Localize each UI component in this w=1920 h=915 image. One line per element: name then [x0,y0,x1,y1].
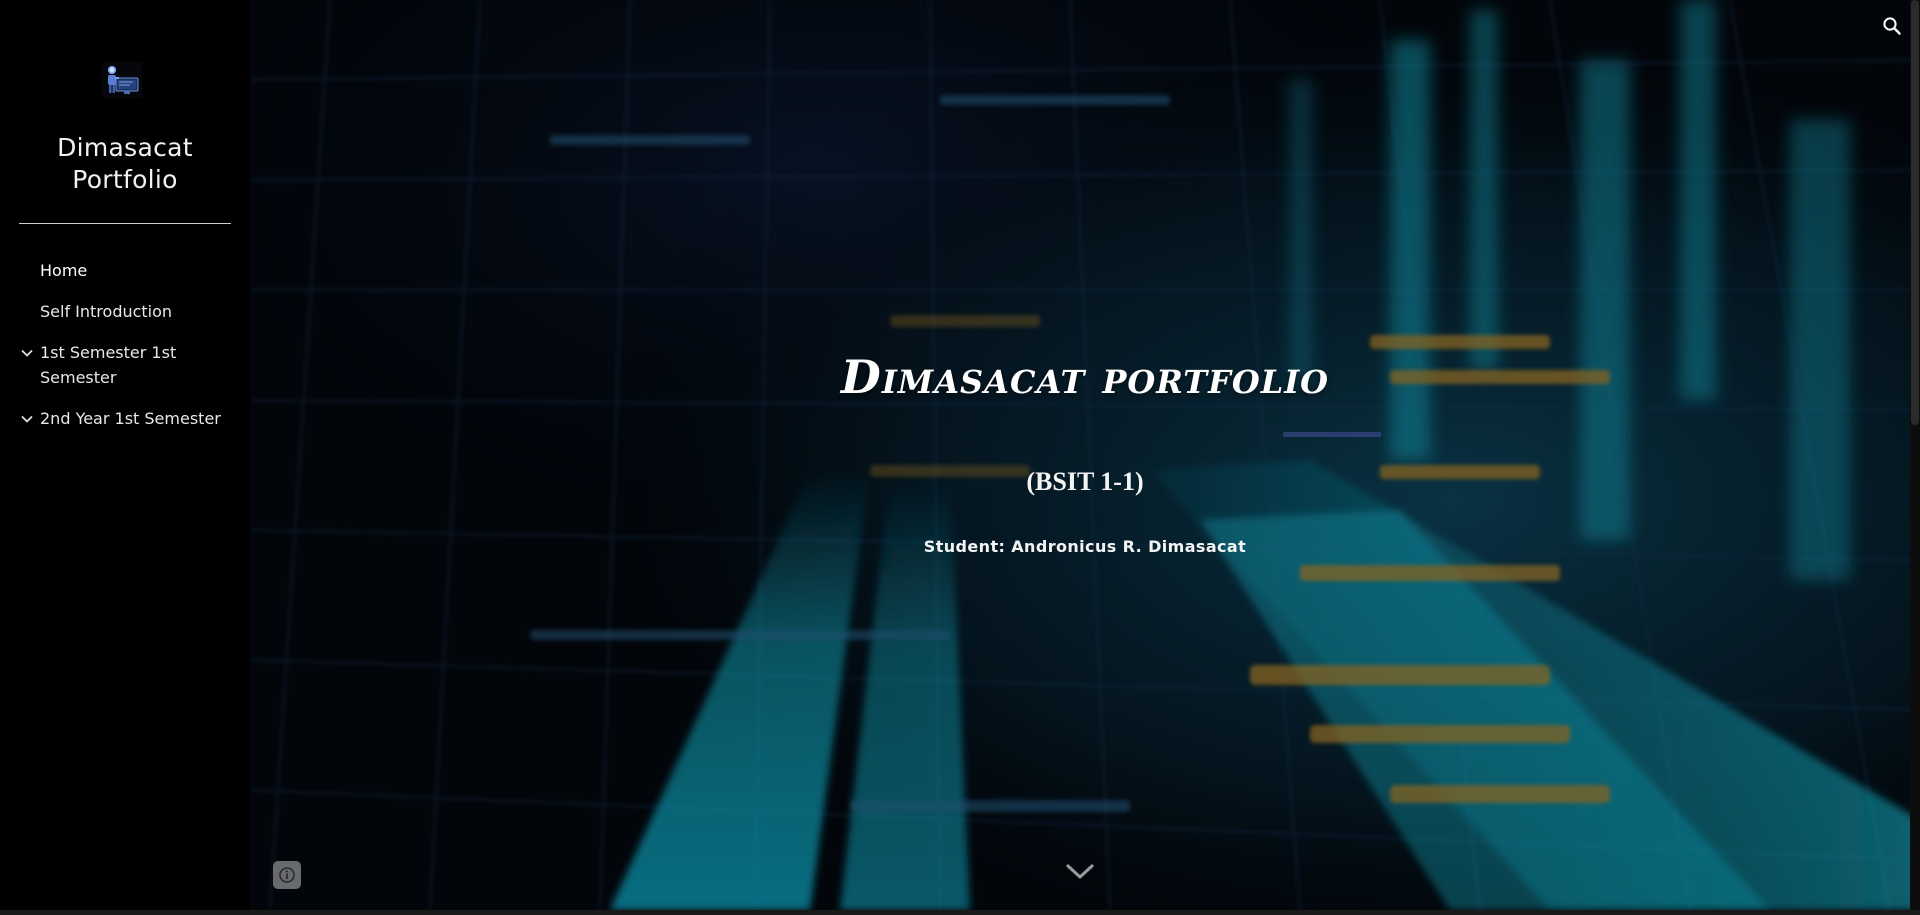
title-underline [1283,432,1381,437]
scrollbar-thumb[interactable] [1911,0,1919,425]
scrollbar[interactable] [1910,0,1920,910]
sidebar-item-label: 2nd Year 1st Semester [40,409,221,428]
hero-title: Dimasacat portfolio [840,350,1330,404]
info-button[interactable] [273,861,301,889]
sidebar-item-2nd-year-1st-semester[interactable]: 2nd Year 1st Semester [0,406,250,431]
info-icon [279,867,295,883]
search-icon [1883,17,1901,35]
sidebar-divider [19,223,231,224]
sidebar: Dimasacat Portfolio Home Self Introducti… [0,0,250,915]
chevron-down-icon[interactable] [20,346,34,360]
page: Dimasacat Portfolio Home Self Introducti… [0,0,1920,915]
site-logo-icon[interactable] [102,62,142,98]
sidebar-item-self-introduction[interactable]: Self Introduction [0,299,250,324]
sidebar-item-label: 1st Semester 1st Semester [40,343,177,387]
chevron-down-icon[interactable] [1063,860,1097,882]
hero-subtitle: (BSIT 1-1) [1026,467,1144,496]
search-button[interactable] [1878,12,1906,40]
sidebar-item-label: Home [40,261,88,280]
chevron-down-icon[interactable] [20,412,34,426]
site-title[interactable]: Dimasacat Portfolio [0,132,250,196]
sidebar-item-1st-semester[interactable]: 1st Semester 1st Semester [0,340,250,390]
sidebar-item-label: Self Introduction [40,302,173,321]
student-name: Student: Andronicus R. Dimasacat [923,537,1247,556]
bottom-edge [0,910,1920,915]
hero-overlay [250,0,1920,910]
sidebar-nav: Home Self Introduction 1st Semester 1st … [0,258,250,447]
hero-section: Dimasacat portfolio (BSIT 1-1) Student: … [250,0,1920,910]
sidebar-item-home[interactable]: Home [0,258,250,283]
